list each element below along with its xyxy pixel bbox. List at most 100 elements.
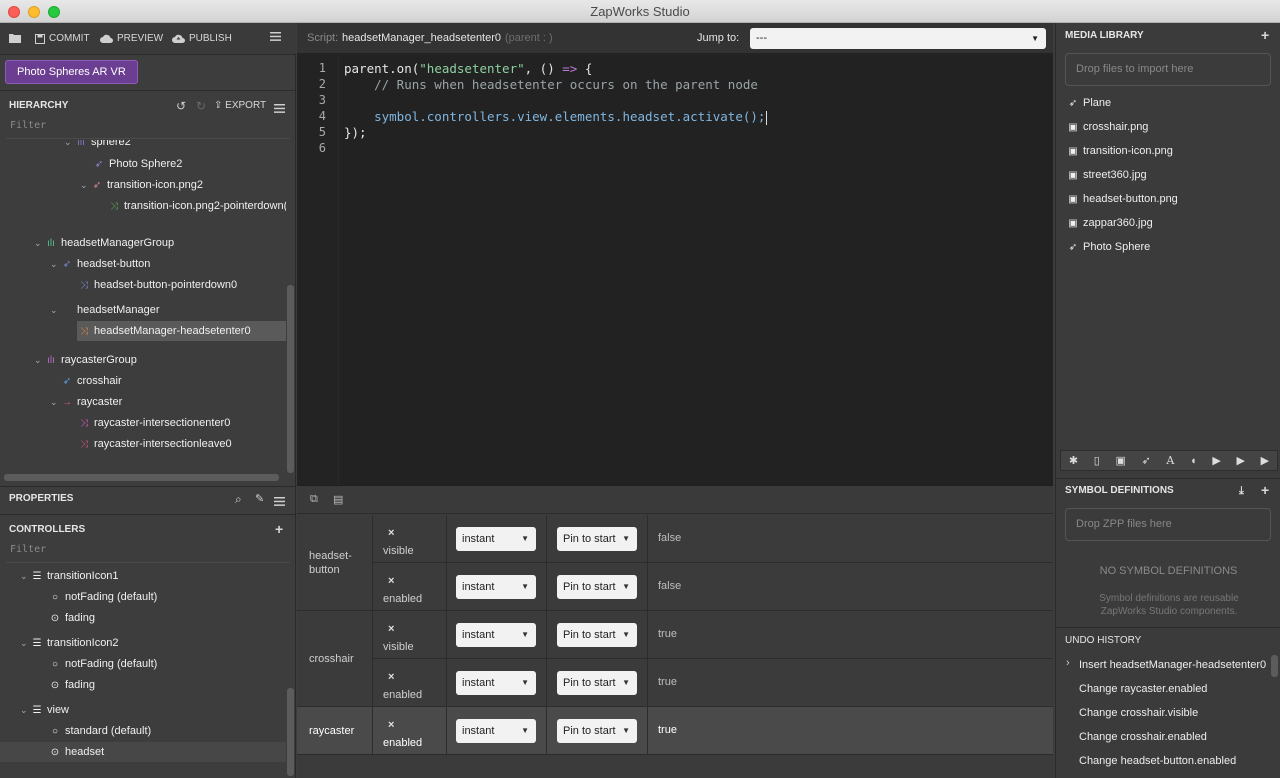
tree-item[interactable]: ⤨ raycaster-intersectionleave0 bbox=[77, 434, 232, 454]
value-cell[interactable]: false bbox=[648, 515, 1053, 563]
property-name: enabled bbox=[383, 593, 423, 605]
close-window-button[interactable] bbox=[8, 6, 20, 18]
pin-select[interactable]: Pin to start ▼ bbox=[557, 623, 637, 647]
image-icon[interactable]: ▣ bbox=[1115, 454, 1125, 467]
controllers-filter-input[interactable]: Filter bbox=[10, 544, 46, 555]
undo-item[interactable]: Change raycaster.enabled bbox=[1079, 683, 1207, 695]
add-symbol-icon[interactable]: + bbox=[1261, 480, 1269, 500]
radio-empty-icon: ○ bbox=[51, 726, 59, 737]
audio-icon[interactable]: ◖ bbox=[1190, 455, 1197, 467]
controller-group[interactable]: ⌄ ☰ transitionIcon2 bbox=[20, 633, 119, 653]
minimize-window-button[interactable] bbox=[28, 6, 40, 18]
add-media-icon[interactable]: + bbox=[1261, 25, 1269, 45]
media-item[interactable]: ▣ zappar360.jpg bbox=[1066, 213, 1152, 233]
menu-button[interactable] bbox=[270, 32, 281, 41]
transition-select[interactable]: instant ▼ bbox=[456, 719, 536, 743]
media-item[interactable]: ▣ crosshair.png bbox=[1066, 117, 1148, 137]
remove-property-icon[interactable]: × bbox=[388, 623, 394, 635]
tree-item[interactable]: ⌄ headsetManager bbox=[50, 300, 160, 320]
commit-button[interactable]: COMMIT bbox=[35, 33, 90, 44]
tree-item[interactable]: ⌄ ılı headsetManagerGroup bbox=[34, 233, 174, 253]
tree-item[interactable]: ⌄ → raycaster bbox=[50, 392, 122, 412]
project-name-button[interactable]: Photo Spheres AR VR bbox=[5, 60, 138, 84]
transition-select[interactable]: instant ▼ bbox=[456, 575, 536, 599]
controller-state[interactable]: ○ standard (default) bbox=[48, 721, 151, 741]
properties-menu-icon[interactable] bbox=[274, 494, 285, 514]
tree-item[interactable]: ⌄ ılı raycasterGroup bbox=[34, 350, 137, 370]
download-icon[interactable]: ⤓ bbox=[1239, 481, 1244, 501]
media-item[interactable]: ▣ headset-button.png bbox=[1066, 189, 1178, 209]
pin-select[interactable]: Pin to start ▼ bbox=[557, 527, 637, 551]
controller-state[interactable]: ⊙ fading bbox=[48, 608, 95, 628]
undo-item[interactable]: Change crosshair.visible bbox=[1079, 707, 1198, 719]
undo-item[interactable]: Insert headsetManager-headsetenter0 bbox=[1079, 659, 1266, 671]
search-icon[interactable]: ⌕ bbox=[235, 489, 242, 509]
transition-select[interactable]: instant ▼ bbox=[456, 623, 536, 647]
value-cell[interactable]: false bbox=[648, 563, 1053, 611]
pin-cell: Pin to start ▼ bbox=[547, 611, 648, 659]
undo-icon[interactable]: ↺ bbox=[176, 96, 186, 116]
zoom-window-button[interactable] bbox=[48, 6, 60, 18]
all-types-icon[interactable]: ✱ bbox=[1069, 454, 1078, 467]
media-item[interactable]: ▣ transition-icon.png bbox=[1066, 141, 1173, 161]
video-icon[interactable]: ▶ bbox=[1212, 454, 1220, 467]
open-folder-button[interactable] bbox=[9, 33, 21, 43]
remove-property-icon[interactable]: × bbox=[388, 527, 394, 539]
video-icon[interactable]: ▶ bbox=[1261, 454, 1269, 467]
controller-group[interactable]: ⌄ ☰ view bbox=[20, 700, 69, 720]
tree-item[interactable]: ⌄ ılı sphere2 bbox=[64, 140, 131, 152]
value-cell[interactable]: true bbox=[648, 611, 1053, 659]
controller-state[interactable]: ○ notFading (default) bbox=[48, 654, 157, 674]
pin-select[interactable]: Pin to start ▼ bbox=[557, 671, 637, 695]
font-icon[interactable]: A bbox=[1166, 454, 1174, 467]
line-number: 3 bbox=[318, 93, 326, 107]
code-editor[interactable]: 1 2 3 4 5 6 parent.on("headsetenter", ()… bbox=[297, 55, 1053, 485]
controller-state[interactable]: ⊙ fading bbox=[48, 675, 95, 695]
rocket-icon[interactable]: ➶ bbox=[1142, 454, 1151, 467]
export-button[interactable]: ⇪ EXPORT bbox=[214, 96, 266, 116]
hierarchy-scrollbar[interactable] bbox=[287, 285, 294, 473]
tree-item[interactable]: ⤨ transition-icon.png2-pointerdown( bbox=[107, 196, 286, 216]
symbol-dropzone[interactable]: Drop ZPP files here bbox=[1065, 508, 1271, 541]
copy-icon[interactable]: ⧉ bbox=[310, 493, 318, 506]
tree-item[interactable]: ➶ crosshair bbox=[60, 371, 122, 391]
remove-property-icon[interactable]: × bbox=[388, 575, 394, 587]
tree-item-selected[interactable]: ⤨ headsetManager-headsetenter0 bbox=[77, 321, 286, 341]
undo-item[interactable]: Change crosshair.enabled bbox=[1079, 731, 1207, 743]
document-icon[interactable]: ▯ bbox=[1094, 454, 1100, 467]
controller-group[interactable]: ⌄ ☰ transitionIcon1 bbox=[20, 566, 119, 586]
jump-to-select[interactable]: --- ▼ bbox=[750, 28, 1046, 49]
media-dropzone[interactable]: Drop files to import here bbox=[1065, 53, 1271, 86]
publish-button[interactable]: PUBLISH bbox=[172, 33, 232, 44]
video-icon[interactable]: ▶ bbox=[1237, 454, 1245, 467]
tree-item[interactable]: ⌄ ➶ headset-button bbox=[50, 254, 150, 274]
media-item[interactable]: ➶ Photo Sphere bbox=[1066, 237, 1150, 257]
transition-select[interactable]: instant ▼ bbox=[456, 527, 536, 551]
hierarchy-filter-input[interactable]: Filter bbox=[10, 120, 46, 131]
tree-item[interactable]: ⤨ raycaster-intersectionenter0 bbox=[77, 413, 230, 433]
pencil-icon[interactable]: ✎ bbox=[255, 489, 264, 509]
value-cell[interactable]: true bbox=[648, 659, 1053, 707]
value-cell[interactable]: true bbox=[648, 707, 1053, 755]
controller-state[interactable]: ○ notFading (default) bbox=[48, 587, 157, 607]
controller-state-selected[interactable]: ⊙ headset bbox=[0, 742, 286, 762]
remove-property-icon[interactable]: × bbox=[388, 719, 394, 731]
hierarchy-menu-icon[interactable] bbox=[274, 101, 285, 121]
paste-icon[interactable]: ▤ bbox=[333, 493, 343, 506]
tree-item[interactable]: ⤨ headset-button-pointerdown0 bbox=[77, 275, 237, 295]
undo-item[interactable]: Change headset-button.enabled bbox=[1079, 755, 1236, 767]
media-item[interactable]: ➶ Plane bbox=[1066, 93, 1111, 113]
transition-select[interactable]: instant ▼ bbox=[456, 671, 536, 695]
tree-item[interactable]: ➶ Photo Sphere2 bbox=[92, 154, 183, 174]
media-item[interactable]: ▣ street360.jpg bbox=[1066, 165, 1146, 185]
undo-scrollbar[interactable] bbox=[1271, 655, 1278, 677]
redo-icon[interactable]: ↻ bbox=[196, 96, 206, 116]
pin-select[interactable]: Pin to start ▼ bbox=[557, 575, 637, 599]
add-controller-icon[interactable]: + bbox=[275, 519, 283, 539]
remove-property-icon[interactable]: × bbox=[388, 671, 394, 683]
tree-item[interactable]: ⌄ ➶ transition-icon.png2 bbox=[80, 175, 203, 195]
hierarchy-hscrollbar[interactable] bbox=[4, 474, 279, 481]
pin-select[interactable]: Pin to start ▼ bbox=[557, 719, 637, 743]
preview-button[interactable]: PREVIEW bbox=[100, 33, 163, 44]
controllers-scrollbar[interactable] bbox=[287, 688, 294, 776]
